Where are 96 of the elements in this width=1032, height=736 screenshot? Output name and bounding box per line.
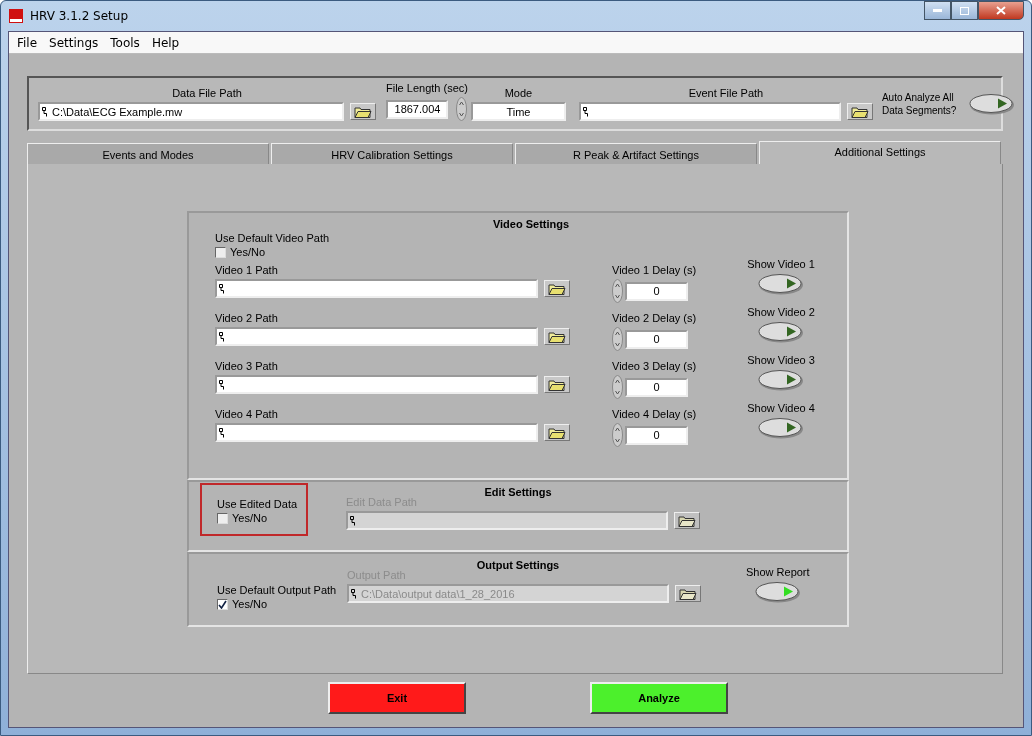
spinner-arrows-icon [612,375,623,399]
checkbox[interactable] [215,246,226,258]
folder-icon [548,330,566,343]
app-icon [8,8,24,24]
toggle-label: Auto Analyze All Data Segments? [881,90,958,117]
section-title: Video Settings [491,217,571,230]
analyze-button[interactable]: Analyze [590,682,728,714]
folder-icon [354,105,372,118]
mode-field[interactable]: Time [470,102,566,121]
path-icon [42,106,48,117]
field-label: Video 3 Delay (s) [612,360,697,372]
browse-button[interactable] [675,585,701,602]
section-title: Edit Settings [483,485,553,498]
minimize-icon [933,9,942,12]
field-label: Data File Path [172,87,242,99]
folder-icon [850,105,869,118]
path-icon [219,283,225,294]
toggle-label: Show Video 4 [747,402,815,414]
menu-item[interactable]: Help [145,35,186,50]
path-icon [219,379,225,390]
path-field[interactable] [578,102,841,121]
field-label: Video 1 Path [215,264,279,276]
field-label: Video 4 Delay (s) [612,408,697,420]
field-label: Video 3 Path [215,360,279,372]
toggle-switch[interactable] [758,273,804,295]
close-button[interactable] [978,1,1024,20]
path-field[interactable]: C:\Data\ECG Example.mw [38,102,344,121]
numeric-field[interactable]: 0 [625,329,688,349]
folder-icon [679,587,697,600]
numeric-field[interactable]: 0 [625,425,688,445]
numeric-field[interactable]: 0 [625,377,688,397]
tab[interactable]: R Peak & Artifact Settings [515,143,757,166]
maximize-icon [960,6,969,15]
option-label: Yes/No [232,512,268,524]
section-title: Output Settings [475,558,561,571]
folder-icon [678,514,696,527]
close-icon [996,6,1006,15]
tab[interactable]: HRV Calibration Settings [271,143,513,166]
tab[interactable]: Additional Settings [759,141,1001,166]
browse-button[interactable] [350,103,376,120]
toggle-label: Show Video 2 [747,306,815,318]
toggle-switch[interactable] [758,321,804,343]
browse-button[interactable] [544,280,570,297]
toggle-switch[interactable] [758,369,804,391]
spinner-arrows-icon [612,327,623,351]
field-label: Video 2 Path [215,312,279,324]
window-title: HRV 3.1.2 Setup [30,9,128,23]
maximize-button[interactable] [951,1,978,20]
checkbox-label: Use Edited Data [217,498,299,510]
toggle-switch[interactable] [968,92,1015,115]
browse-button[interactable] [544,424,570,441]
field-label: Video 2 Delay (s) [612,312,697,324]
field-label: Event File Path [688,87,764,99]
path-field[interactable] [215,327,538,346]
field-label: File Length (sec) [386,82,468,94]
menu-item[interactable]: File [11,35,44,50]
path-field[interactable] [215,423,538,442]
checkbox-label: Use Default Video Path [215,232,331,244]
numeric-field[interactable]: 1867.004 [386,99,449,119]
browse-button[interactable] [544,328,570,345]
field-label: Video 4 Path [215,408,279,420]
toggle-switch[interactable] [758,417,804,439]
menu-item[interactable]: Settings [43,35,105,50]
checkbox[interactable] [217,512,228,524]
option-label: Yes/No [230,246,266,258]
spinner-arrows-icon [612,279,623,303]
checkbox-label: Use Default Output Path [217,584,338,596]
path-icon [351,588,357,599]
exit-button[interactable]: Exit [328,682,466,714]
browse-button[interactable] [544,376,570,393]
path-icon [350,515,356,526]
minimize-button[interactable] [924,1,951,20]
path-icon [219,331,225,342]
path-icon [582,106,589,117]
path-field[interactable] [215,279,538,298]
toggle-label: Show Video 3 [747,354,815,366]
toggle-label: Show Video 1 [747,258,815,270]
field-label: Video 1 Delay (s) [612,264,697,276]
checkbox[interactable] [217,598,228,610]
browse-button[interactable] [674,512,700,529]
toggle-switch[interactable] [754,581,801,603]
field-label: Mode [504,87,533,99]
tab[interactable]: Events and Modes [27,143,269,166]
toggle-label: Show Report [746,566,810,578]
numeric-field[interactable]: 0 [625,281,688,301]
spinner-arrows-icon [612,423,623,447]
path-icon [219,427,225,438]
folder-icon [548,282,566,295]
spinner-arrows-icon [456,97,468,121]
checkmark-icon [218,599,227,609]
path-field[interactable] [215,375,538,394]
option-label: Yes/No [232,598,268,610]
folder-icon [548,378,566,391]
menu-item[interactable]: Tools [104,35,146,50]
browse-button[interactable] [846,103,873,120]
folder-icon [548,426,566,439]
